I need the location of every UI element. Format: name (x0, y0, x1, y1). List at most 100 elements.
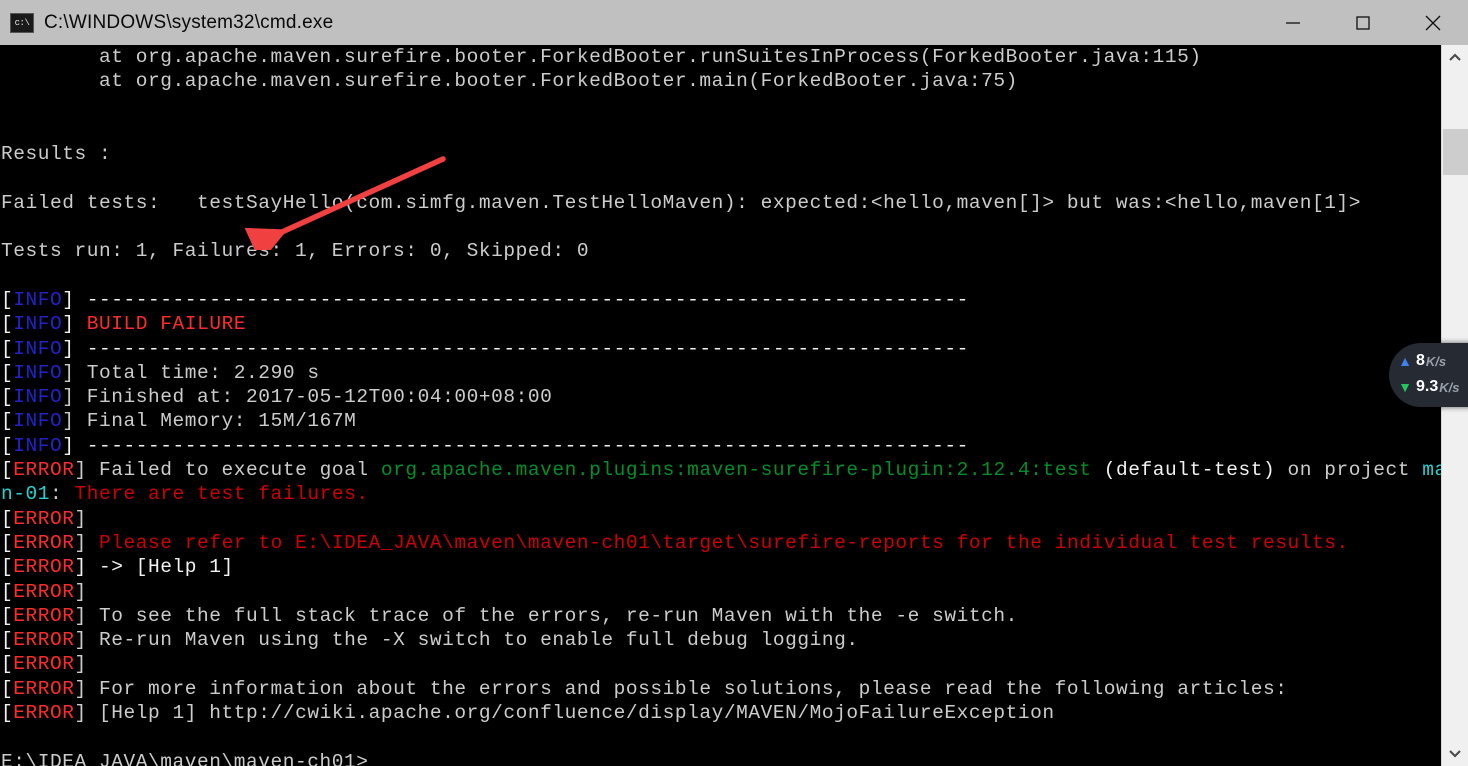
upload-speed-value: 8 (1416, 352, 1425, 369)
console-text: ] Final Memory: 15M/167M (62, 410, 357, 433)
console-text: ERROR (13, 653, 75, 676)
maximize-button[interactable] (1328, 0, 1398, 45)
console-text: Results : (1, 143, 112, 166)
download-speed-unit: K/s (1439, 379, 1460, 395)
console-line: [INFO] Final Memory: 15M/167M (0, 409, 1441, 433)
window-controls (1258, 0, 1468, 45)
cmd-window: c:\ C:\WINDOWS\system32\cmd.exe at org.a… (0, 0, 1468, 766)
console-line: [ERROR] Please refer to E:\IDEA_JAVA\mav… (0, 531, 1441, 555)
console-text: ERROR (13, 556, 75, 579)
console-text: INFO (13, 288, 63, 311)
console-text: E:\IDEA_JAVA\maven\maven-ch01> (1, 750, 369, 766)
cmd-icon: c:\ (10, 12, 34, 33)
upload-speed-unit: K/s (1425, 353, 1447, 369)
console-text: [ (1, 629, 14, 652)
console-text: ] Total time: 2.290 s (62, 361, 320, 384)
window-title: C:\WINDOWS\system32\cmd.exe (44, 11, 334, 33)
console-text: [ (1, 288, 14, 311)
close-icon (1425, 15, 1441, 30)
console-text: [ (1, 556, 14, 579)
console-text: ] --------------------------------------… (62, 337, 969, 360)
console-text: [ (1, 531, 14, 554)
console-text: at org.apache.maven.surefire.booter.Fork… (1, 70, 1018, 93)
download-arrow-icon: ▼ (1398, 379, 1412, 395)
download-speed-row: ▼ 9.3 K/s (1397, 374, 1459, 400)
console-line: Failed tests: testSayHello(com.simfg.mav… (0, 191, 1441, 215)
title-bar[interactable]: c:\ C:\WINDOWS\system32\cmd.exe (0, 0, 1468, 45)
console-text: ERROR (13, 531, 75, 554)
console-text: ] Finished at: 2017-05-12T00:04:00+08:00 (62, 386, 553, 409)
console-text: [ (1, 337, 14, 360)
console-text: on project (1275, 459, 1423, 482)
close-button[interactable] (1398, 0, 1468, 45)
console-line: [INFO] ---------------------------------… (0, 337, 1441, 361)
console-text: ] --------------------------------------… (62, 434, 969, 457)
console-text: : (50, 483, 75, 506)
console-text: Tests run: 1, Failures: 1, Errors: 0, Sk… (1, 240, 590, 263)
maximize-icon (1356, 15, 1370, 30)
scrollbar-up-button[interactable] (1442, 45, 1468, 71)
console-line: at org.apache.maven.surefire.booter.Fork… (0, 45, 1441, 69)
minimize-button[interactable] (1258, 0, 1328, 45)
console-line: E:\IDEA_JAVA\maven\maven-ch01> (0, 750, 1441, 766)
console-text: [ (1, 702, 14, 725)
console-line: [ERROR] (0, 507, 1441, 531)
console-text: ] For more information about the errors … (74, 677, 1288, 700)
console-line: [ERROR] To see the full stack trace of t… (0, 604, 1441, 628)
console-text: ERROR (13, 604, 75, 627)
console-line: Tests run: 1, Failures: 1, Errors: 0, Sk… (0, 239, 1441, 263)
download-speed-value: 9.3 (1416, 378, 1439, 395)
console-text: There are test failures. (74, 483, 369, 506)
console-line: [ERROR] (0, 652, 1441, 676)
console-line: [INFO] BUILD FAILURE (0, 312, 1441, 336)
console-text: INFO (13, 410, 63, 433)
console-text: ] To see the full stack trace of the err… (74, 604, 1018, 627)
console-text: [ (1, 507, 14, 530)
console-text: ] --------------------------------------… (62, 288, 969, 311)
console-text: at org.apache.maven.surefire.booter.Fork… (1, 46, 1202, 68)
console-text: ] (74, 531, 100, 554)
scrollbar-thumb[interactable] (1443, 129, 1468, 175)
console-text: ERROR (13, 677, 75, 700)
console-text: ] (74, 580, 100, 603)
console-text: ] (62, 313, 87, 336)
network-speed-widget[interactable]: ▲ 8 K/s ▼ 9.3 K/s (1389, 343, 1468, 407)
console-text: Failed tests: testSayHello(com.simfg.mav… (1, 191, 1361, 214)
scrollbar-down-button[interactable] (1442, 740, 1468, 766)
console-text: ERROR (13, 580, 75, 603)
console-line: [INFO] ---------------------------------… (0, 434, 1441, 458)
console-text: [ (1, 653, 14, 676)
console-line: [INFO] Total time: 2.290 s (0, 361, 1441, 385)
console-text: (default-test) (1091, 459, 1276, 482)
console-output[interactable]: at org.apache.maven.surefire.booter.Fork… (0, 45, 1441, 766)
console-text: [ (1, 410, 14, 433)
console-text: [ (1, 313, 14, 336)
console-text: INFO (13, 386, 63, 409)
console-line: at org.apache.maven.surefire.booter.Fork… (0, 69, 1441, 93)
console-text: ] [Help 1] http://cwiki.apache.org/confl… (74, 702, 1055, 725)
console-line: [ERROR] -> [Help 1] (0, 555, 1441, 579)
upload-speed-row: ▲ 8 K/s (1397, 348, 1446, 374)
console-line: [ERROR] (0, 580, 1441, 604)
console-text: [ (1, 459, 14, 482)
console-text: ERROR (13, 459, 75, 482)
console-line: [ERROR] Failed to execute goal org.apach… (0, 458, 1441, 482)
console-text: n-01 (1, 483, 51, 506)
console-line: [ERROR] Re-run Maven using the -X switch… (0, 628, 1441, 652)
console-text: org.apache.maven.plugins:maven-surefire-… (380, 459, 1092, 482)
console-line: Results : (0, 142, 1441, 166)
console-text: mave (1422, 459, 1441, 482)
console-line: [INFO] Finished at: 2017-05-12T00:04:00+… (0, 385, 1441, 409)
console-text: [ (1, 434, 14, 457)
console-text: ] Re-run Maven using the -X switch to en… (74, 629, 859, 652)
console-line: n-01: There are test failures. (0, 482, 1441, 506)
console-text: [ (1, 677, 14, 700)
console-text: [ (1, 361, 14, 384)
console-text: ] -> [Help 1] (74, 556, 234, 579)
console-text: ERROR (13, 507, 75, 530)
